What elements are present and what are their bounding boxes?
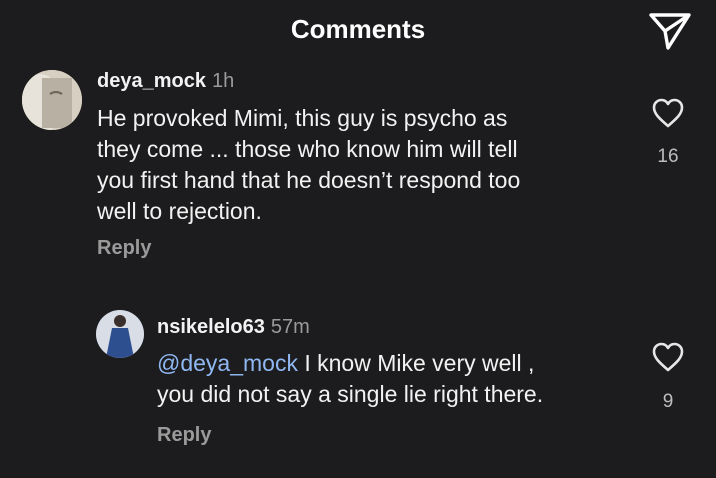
avatar[interactable] xyxy=(96,310,144,358)
mention-link[interactable]: @deya_mock xyxy=(157,350,298,376)
avatar[interactable] xyxy=(22,70,82,130)
reply-button[interactable]: Reply xyxy=(97,237,151,260)
comment-text-segment: I know Mike very well , xyxy=(297,350,535,376)
comment-meta: nsikelelo63 57m xyxy=(157,316,310,339)
avatar-image xyxy=(96,310,144,358)
comment-line: you did not say a single lie right there… xyxy=(157,381,544,407)
comment-line: you first hand that he doesn’t respond t… xyxy=(97,167,521,193)
comment-text: He provoked Mimi, this guy is psycho as … xyxy=(97,103,520,227)
like-count: 9 xyxy=(662,391,674,412)
reply-button[interactable]: Reply xyxy=(157,424,211,447)
comment-line: He provoked Mimi, this guy is psycho as xyxy=(97,105,508,131)
username[interactable]: deya_mock xyxy=(97,70,206,92)
comment-text: @deya_mock I know Mike very well , you d… xyxy=(157,348,543,410)
comment-line: well to rejection. xyxy=(97,198,262,224)
timestamp: 1h xyxy=(211,70,235,92)
avatar-image xyxy=(22,70,82,130)
comment-meta: deya_mock 1h xyxy=(97,70,234,93)
paper-plane-icon[interactable] xyxy=(648,10,692,52)
like-count: 16 xyxy=(657,146,679,167)
timestamp: 57m xyxy=(270,316,310,338)
comment-line: they come ... those who know him will te… xyxy=(97,136,518,162)
heart-icon[interactable] xyxy=(651,341,685,373)
comment-line: @deya_mock I know Mike very well , xyxy=(157,348,543,379)
page-title: Comments xyxy=(290,14,426,44)
username[interactable]: nsikelelo63 xyxy=(157,316,265,338)
heart-icon[interactable] xyxy=(651,97,685,129)
